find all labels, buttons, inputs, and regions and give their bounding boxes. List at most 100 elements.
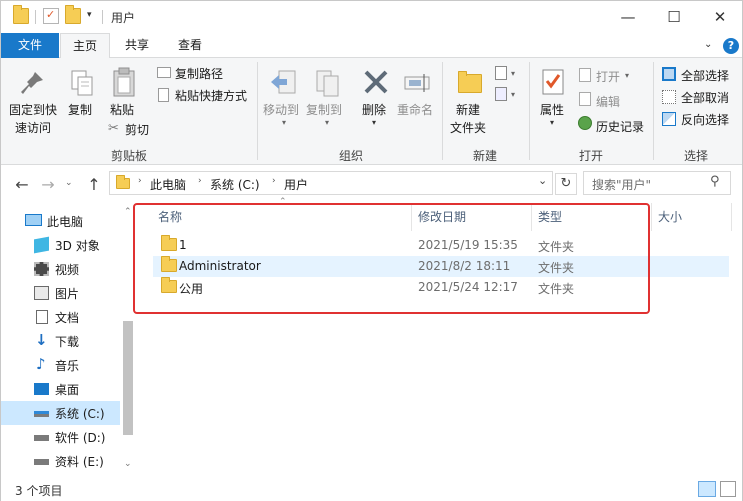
nav-item-label: 音乐 [55, 359, 80, 373]
properties-quick-access-icon[interactable]: ✓ [43, 8, 59, 24]
open-group-label: 打开 [578, 149, 603, 163]
maximize-button[interactable]: ☐ [651, 1, 697, 33]
nav-item-music[interactable]: ♪ 音乐 [1, 353, 120, 377]
new-folder-quick-access-icon[interactable] [65, 5, 81, 24]
nav-item-this-pc[interactable]: 此电脑 [1, 209, 120, 233]
nav-item-label: 文档 [55, 311, 80, 325]
copy-button[interactable]: 复制 [68, 101, 92, 118]
nav-item-system-drive[interactable]: 系统 (C:) [1, 401, 120, 425]
chevron-right-icon[interactable]: › [198, 176, 202, 186]
recent-locations-chevron-icon[interactable]: ⌄ [65, 178, 73, 188]
breadcrumb-this-pc[interactable]: 此电脑 [150, 176, 186, 193]
column-separator[interactable] [651, 203, 652, 231]
open-icon [579, 68, 591, 82]
highlight-annotation-box [133, 203, 650, 314]
delete-icon [362, 68, 390, 96]
search-input[interactable]: 搜索"用户" [592, 176, 651, 193]
nav-item-software-drive[interactable]: 软件 (D:) [1, 425, 120, 449]
refresh-icon[interactable]: ↻ [555, 173, 577, 195]
expand-ribbon-icon[interactable]: ⌄ [704, 39, 712, 50]
rename-button[interactable]: 重命名 [397, 101, 433, 118]
copy-path-icon [157, 67, 171, 78]
nav-item-data-drive[interactable]: 资料 (E:) [1, 449, 120, 473]
back-arrow-icon[interactable]: ← [11, 175, 33, 194]
forward-arrow-icon[interactable]: → [37, 175, 59, 194]
column-separator[interactable] [731, 203, 732, 231]
breadcrumb-users[interactable]: 用户 [284, 176, 308, 193]
invert-selection-button[interactable]: 反向选择 [681, 111, 729, 128]
nav-item-3d-objects[interactable]: 3D 对象 [1, 233, 120, 257]
file-explorer-window: ✓ ▾ 用户 — ☐ ✕ 文件 主页 共享 查看 ⌄ ? 固定到快 速访问 复制… [0, 0, 743, 501]
desktop-icon [34, 383, 49, 395]
nav-item-videos[interactable]: 视频 [1, 257, 120, 281]
up-arrow-icon[interactable]: ↑ [83, 175, 105, 194]
history-button[interactable]: 历史记录 [596, 118, 644, 135]
scissors-icon: ✂ [108, 121, 119, 136]
copy-path-button[interactable]: 复制路径 [175, 65, 223, 82]
nav-item-pictures[interactable]: 图片 [1, 281, 120, 305]
new-folder-button-line1[interactable]: 新建 [456, 101, 480, 118]
download-icon: ↓ [35, 331, 48, 349]
nav-item-downloads[interactable]: ↓ 下载 [1, 329, 120, 353]
nav-item-documents[interactable]: 文档 [1, 305, 120, 329]
column-header-size[interactable]: 大小 [658, 208, 682, 225]
properties-button[interactable]: 属性 [540, 101, 564, 118]
chevron-right-icon[interactable]: › [138, 176, 142, 186]
select-none-button[interactable]: 全部取消 [681, 89, 729, 106]
tab-view[interactable]: 查看 [164, 33, 216, 58]
clipboard-group-label: 剪贴板 [110, 149, 147, 163]
chevron-down-icon: ▾ [511, 69, 516, 78]
paste-shortcut-button[interactable]: 粘贴快捷方式 [175, 87, 247, 104]
group-separator [653, 62, 654, 160]
nav-item-label: 3D 对象 [55, 239, 100, 253]
nav-item-label: 视频 [55, 263, 80, 277]
drive-icon [34, 459, 49, 465]
large-icons-view-icon[interactable] [720, 481, 736, 497]
tab-home[interactable]: 主页 [60, 33, 110, 59]
help-icon[interactable]: ? [723, 38, 739, 54]
select-all-button[interactable]: 全部选择 [681, 67, 729, 84]
new-folder-button-line2[interactable]: 文件夹 [450, 119, 486, 136]
pin-to-quick-access-label-1[interactable]: 固定到快 [9, 101, 57, 118]
nav-item-label: 下载 [55, 335, 80, 349]
scroll-down-icon[interactable]: ⌄ [124, 459, 132, 469]
paste-button[interactable]: 粘贴 [110, 101, 134, 118]
copy-to-button[interactable]: 复制到 [306, 101, 342, 118]
pin-to-quick-access-label-2[interactable]: 速访问 [15, 119, 51, 136]
edit-button[interactable]: 编辑 [596, 93, 620, 110]
search-icon[interactable]: ⚲ [710, 174, 720, 189]
customize-quick-access-icon[interactable]: ▾ [87, 10, 92, 20]
details-view-icon[interactable] [698, 481, 716, 497]
nav-item-label: 此电脑 [47, 215, 84, 229]
video-icon [34, 262, 49, 276]
easy-access-icon[interactable] [495, 87, 507, 101]
3d-objects-icon [34, 236, 49, 254]
invert-selection-icon [662, 112, 676, 126]
delete-button[interactable]: 删除 [362, 101, 386, 118]
paste-icon [111, 66, 137, 98]
nav-item-label: 系统 (C:) [55, 407, 105, 421]
nav-item-label: 资料 (E:) [55, 455, 104, 469]
cut-button[interactable]: 剪切 [125, 121, 149, 138]
move-to-button[interactable]: 移动到 [263, 101, 299, 118]
breadcrumb-system-drive[interactable]: 系统 (C:) [210, 176, 260, 193]
computer-icon [25, 214, 42, 226]
close-button[interactable]: ✕ [697, 1, 743, 33]
scroll-up-icon[interactable]: ⌃ [124, 207, 132, 217]
address-bar[interactable]: › 此电脑 › 系统 (C:) › 用户 ⌄ [109, 171, 553, 195]
tab-share[interactable]: 共享 [112, 33, 162, 58]
select-all-icon [662, 67, 676, 81]
minimize-button[interactable]: — [605, 1, 651, 33]
chevron-right-icon[interactable]: › [272, 176, 276, 186]
copy-icon [69, 68, 95, 98]
tab-file[interactable]: 文件 [1, 33, 59, 58]
title-separator [35, 10, 36, 24]
open-button[interactable]: 打开 [596, 68, 620, 85]
address-dropdown-icon[interactable]: ⌄ [538, 174, 547, 187]
scrollbar-thumb[interactable] [123, 321, 133, 435]
new-item-icon[interactable] [495, 66, 507, 80]
search-box[interactable]: 搜索"用户" ⚲ [583, 171, 731, 195]
paste-shortcut-icon [158, 88, 169, 102]
item-count: 3 个项目 [15, 484, 63, 498]
nav-item-desktop[interactable]: 桌面 [1, 377, 120, 401]
